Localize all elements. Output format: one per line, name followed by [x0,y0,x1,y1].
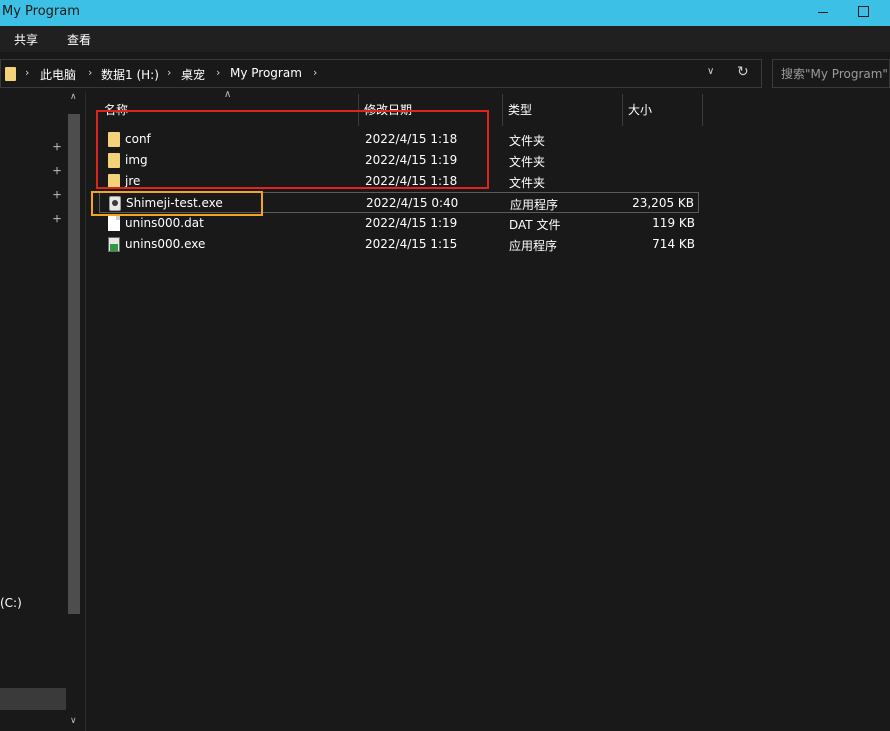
column-divider[interactable] [702,94,703,126]
minimize-button[interactable] [808,0,838,26]
file-type: 文件夹 [509,134,546,148]
application-icon [109,196,121,211]
sort-ascending-icon: ∧ [224,89,232,100]
folder-icon [5,67,16,81]
file-name: unins000.dat [125,216,204,230]
file-date: 2022/4/15 1:15 [365,237,458,251]
address-row: › 此电脑 › 数据1 (H:) › 桌宠 › My Program › ∨ ↻ [0,52,890,92]
pin-icon[interactable]: ✕ [49,165,63,179]
column-header-type[interactable]: 类型 [508,101,532,118]
navigation-pane: ✕ ✕ ✕ ✕ ∧ (C:) ∨ [0,92,85,731]
nav-scrollbar-thumb[interactable] [68,114,80,614]
file-date: 2022/4/15 1:18 [365,174,458,188]
tab-share[interactable]: 共享 [14,31,38,48]
chevron-right-icon[interactable]: › [167,66,171,79]
breadcrumb-desktop-pet[interactable]: 桌宠 [181,66,205,83]
breadcrumb-this-pc[interactable]: 此电脑 [40,66,76,83]
column-headers: ∧ 名称 修改日期 类型 大小 [86,89,890,128]
folder-icon [108,174,120,189]
file-type: 文件夹 [509,155,546,169]
chevron-down-icon[interactable]: ∨ [707,66,714,77]
file-row-shimeji-test-exe[interactable]: Shimeji-test.exe 2022/4/15 0:40 应用程序 23,… [99,192,699,213]
column-header-date[interactable]: 修改日期 [364,101,412,118]
chevron-right-icon[interactable]: › [313,66,317,79]
breadcrumb-drive-h[interactable]: 数据1 (H:) [101,66,159,83]
column-header-name[interactable]: 名称 [104,101,128,118]
file-row-jre[interactable]: jre 2022/4/15 1:18 文件夹 [99,171,699,192]
scroll-down-icon[interactable]: ∨ [70,716,77,726]
file-type: 文件夹 [509,176,546,190]
file-type: 应用程序 [509,239,558,253]
ribbon: 共享 查看 [0,26,890,52]
column-divider[interactable] [358,94,359,126]
nav-item-drive-c[interactable]: (C:) [0,596,22,610]
file-name: unins000.exe [125,237,206,251]
pin-icon[interactable]: ✕ [49,213,63,227]
setup-icon [108,237,120,252]
file-name: Shimeji-test.exe [126,196,223,210]
file-size: 119 KB [652,216,695,230]
file-date: 2022/4/15 0:40 [366,196,459,210]
file-date: 2022/4/15 1:19 [365,153,458,167]
search-box[interactable] [772,59,890,88]
file-icon [108,216,120,231]
file-row-unins000-dat[interactable]: unins000.dat 2022/4/15 1:19 DAT 文件 119 K… [99,213,699,234]
column-header-size[interactable]: 大小 [628,101,652,118]
file-name: img [125,153,148,167]
file-type: 应用程序 [510,198,559,212]
breadcrumb-my-program[interactable]: My Program [230,66,302,80]
file-row-unins000-exe[interactable]: unins000.exe 2022/4/15 1:15 应用程序 714 KB [99,234,699,255]
file-date: 2022/4/15 1:19 [365,216,458,230]
tab-view[interactable]: 查看 [67,31,91,48]
file-size: 714 KB [652,237,695,251]
file-row-conf[interactable]: conf 2022/4/15 1:18 文件夹 [99,129,699,150]
chevron-right-icon[interactable]: › [25,66,29,79]
chevron-right-icon[interactable]: › [216,66,220,79]
column-divider[interactable] [622,94,623,126]
file-date: 2022/4/15 1:18 [365,132,458,146]
column-divider[interactable] [502,94,503,126]
address-bar[interactable]: › 此电脑 › 数据1 (H:) › 桌宠 › My Program › ∨ ↻ [0,59,762,88]
maximize-button[interactable] [848,0,878,26]
pin-icon[interactable]: ✕ [49,189,63,203]
pin-icon[interactable]: ✕ [49,141,63,155]
file-name: conf [125,132,151,146]
nav-item-selected[interactable] [0,688,66,710]
file-name: jre [125,174,141,188]
pane-divider[interactable] [85,92,86,731]
file-type: DAT 文件 [509,218,561,232]
file-size: 23,205 KB [632,196,694,210]
refresh-icon[interactable]: ↻ [737,64,749,80]
window-title: My Program [2,4,80,19]
file-row-img[interactable]: img 2022/4/15 1:19 文件夹 [99,150,699,171]
scroll-up-icon[interactable]: ∧ [70,92,77,102]
chevron-right-icon[interactable]: › [88,66,92,79]
folder-icon [108,132,120,147]
search-input[interactable] [773,60,889,87]
folder-icon [108,153,120,168]
title-bar: My Program [0,0,890,26]
